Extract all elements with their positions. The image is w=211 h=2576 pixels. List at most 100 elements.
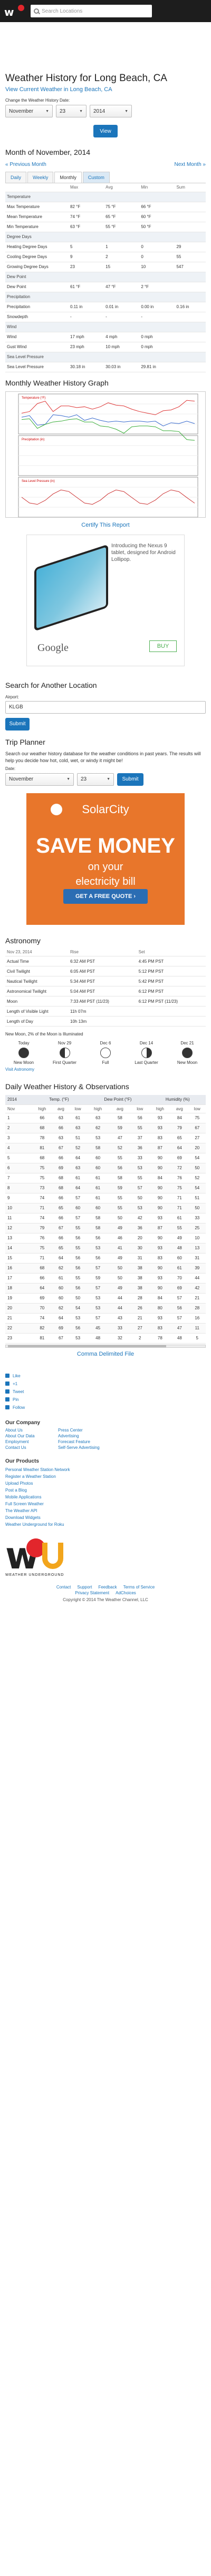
row-label: Dew Point bbox=[5, 282, 69, 292]
table-cell bbox=[175, 352, 206, 362]
company-link[interactable]: Employment bbox=[5, 1439, 53, 1444]
table-cell: 93 bbox=[149, 1213, 171, 1223]
company-link[interactable]: Advertising bbox=[58, 1434, 116, 1438]
adchoices-link[interactable]: AdChoices bbox=[116, 1591, 136, 1595]
table-cell: 56 bbox=[70, 1283, 87, 1294]
table-cell: 90 bbox=[149, 1183, 171, 1193]
footer-link[interactable]: Terms of Service bbox=[123, 1585, 155, 1590]
next-month-link[interactable]: Next Month » bbox=[175, 162, 206, 167]
product-link[interactable]: Weather Underground for Roku bbox=[5, 1522, 64, 1527]
previous-month-link[interactable]: « Previous Month bbox=[5, 162, 46, 167]
privacy-link[interactable]: Privacy Statement bbox=[75, 1591, 109, 1595]
year-select[interactable]: 2014 ▼ bbox=[90, 105, 132, 117]
astronomy-link[interactable]: Visit Astronomy bbox=[5, 1067, 34, 1072]
airport-input[interactable]: KLGB bbox=[5, 700, 206, 714]
scrollbar-thumb[interactable] bbox=[8, 1345, 166, 1347]
solarcity-ad[interactable]: SolarCity SAVE MONEY on your electricity… bbox=[26, 793, 185, 925]
social-item-1[interactable]: +1 bbox=[5, 1380, 206, 1388]
table-cell: 63 bbox=[52, 1113, 70, 1123]
social-item-pin[interactable]: Pin bbox=[5, 1396, 206, 1404]
table-cell: 71 bbox=[170, 1203, 189, 1213]
social-label[interactable]: +1 bbox=[13, 1381, 17, 1386]
table-cell bbox=[175, 362, 206, 372]
company-link[interactable]: About Us bbox=[5, 1428, 53, 1433]
monthly-graph-svg: Temperature (°F) Precipitation (in) Sea Le… bbox=[18, 393, 198, 517]
table-row: 4 81 67 52 58 52 36 87 64 20 bbox=[5, 1143, 206, 1153]
product-link-row: Download Widgets bbox=[5, 1514, 206, 1521]
product-link[interactable]: The Weather API bbox=[5, 1508, 37, 1513]
table-cell: 59 bbox=[86, 1273, 110, 1284]
table-scrollbar[interactable] bbox=[5, 1344, 206, 1348]
table-cell: 93 bbox=[149, 1113, 171, 1123]
table-cell: 52 bbox=[109, 1143, 130, 1153]
row-label: Cooling Degree Days bbox=[5, 252, 69, 262]
product-link-row: Personal Weather Station Network bbox=[5, 1466, 206, 1473]
table-cell: 74 bbox=[32, 1213, 52, 1223]
table-cell: 63 °F bbox=[69, 222, 104, 232]
month-heading: Month of November, 2014 bbox=[5, 148, 91, 156]
table-cell bbox=[69, 192, 104, 202]
view-button[interactable]: View bbox=[93, 125, 118, 137]
table-cell: 31 bbox=[188, 1253, 206, 1264]
certify-report-link[interactable]: Certify This Report bbox=[81, 522, 130, 528]
table-row: 2 68 66 63 62 59 55 93 79 67 bbox=[5, 1123, 206, 1133]
social-item-tweet[interactable]: Tweet bbox=[5, 1388, 206, 1396]
tab-custom[interactable]: Custom bbox=[82, 172, 110, 183]
product-link[interactable]: Post a Blog bbox=[5, 1488, 27, 1493]
table-cell: 60 °F bbox=[139, 212, 175, 222]
month-select[interactable]: November ▼ bbox=[5, 105, 53, 117]
product-link[interactable]: Upload Photos bbox=[5, 1481, 33, 1486]
buy-button[interactable]: BUY bbox=[149, 640, 177, 652]
table-cell: 71 bbox=[32, 1253, 52, 1264]
social-label[interactable]: Tweet bbox=[13, 1389, 24, 1394]
nexus-ad[interactable]: Introducing the Nexus 9 tablet, designed… bbox=[26, 534, 185, 666]
search-input[interactable]: Search Locations bbox=[31, 5, 152, 17]
product-link[interactable]: Personal Weather Station Network bbox=[5, 1467, 70, 1472]
astro-header-row: Nov 23, 2014 Rise Set bbox=[5, 948, 206, 956]
social-item-follow[interactable]: Follow bbox=[5, 1404, 206, 1412]
table-cell: 90 bbox=[149, 1153, 171, 1163]
moon-phase-label: New Moon bbox=[177, 1060, 198, 1065]
row-label: Dew Point bbox=[5, 272, 69, 282]
search-submit-button[interactable]: Submit bbox=[5, 717, 30, 731]
table-cell: 64 bbox=[52, 1253, 70, 1264]
company-link[interactable]: About Our Data bbox=[5, 1434, 53, 1438]
social-label[interactable]: Follow bbox=[13, 1405, 25, 1410]
social-item-like[interactable]: Like bbox=[5, 1372, 206, 1380]
tab-daily[interactable]: Daily bbox=[5, 172, 27, 183]
csv-link[interactable]: Comma Delimited File bbox=[77, 1351, 134, 1357]
table-cell: 50 bbox=[70, 1293, 87, 1304]
product-link[interactable]: Mobile Applications bbox=[5, 1495, 41, 1499]
footer-link[interactable]: Support bbox=[77, 1585, 92, 1590]
table-cell bbox=[137, 1006, 206, 1016]
table-cell bbox=[69, 272, 104, 282]
tab-weekly[interactable]: Weekly bbox=[27, 172, 54, 183]
company-link[interactable]: Press Center bbox=[58, 1428, 116, 1433]
tab-monthly[interactable]: Monthly bbox=[54, 172, 82, 183]
trip-month-select[interactable]: November ▼ bbox=[5, 773, 74, 786]
table-row: Dew Point 61 °F 47 °F 2 °F bbox=[5, 282, 206, 292]
company-link[interactable]: Self-Serve Advertising bbox=[58, 1445, 116, 1450]
free-quote-button[interactable]: GET A FREE QUOTE › bbox=[63, 889, 148, 904]
trip-day-select[interactable]: 23 ▼ bbox=[77, 773, 114, 786]
product-link[interactable]: Register a Weather Station bbox=[5, 1474, 56, 1479]
table-row: Gust Wind 23 mph 10 mph 0 mph bbox=[5, 342, 206, 352]
social-label[interactable]: Pin bbox=[13, 1397, 19, 1402]
footer-link[interactable]: Feedback bbox=[98, 1585, 117, 1590]
current-weather-link[interactable]: View Current Weather in Long Beach, CA bbox=[5, 86, 112, 93]
footer-link[interactable]: Contact bbox=[56, 1585, 71, 1590]
table-row: Mean Temperature 74 °F 65 °F 60 °F bbox=[5, 212, 206, 222]
table-cell: 39 bbox=[188, 1263, 206, 1274]
company-link[interactable]: Forecast Feature bbox=[58, 1439, 116, 1444]
trip-submit-button[interactable]: Submit bbox=[117, 773, 143, 786]
day-select[interactable]: 23 ▼ bbox=[56, 105, 87, 117]
chevron-down-icon: ▼ bbox=[66, 777, 70, 781]
product-link[interactable]: Download Widgets bbox=[5, 1515, 41, 1520]
wu-logo[interactable]: w bbox=[4, 5, 25, 18]
social-label[interactable]: Like bbox=[13, 1374, 21, 1378]
company-link[interactable]: Contact Us bbox=[5, 1445, 53, 1450]
day-cell: 17 bbox=[5, 1273, 32, 1284]
table-cell: 58 bbox=[109, 1173, 130, 1183]
astro-row: Astronomical Twilight 5:04 AM PST 6:12 PM … bbox=[5, 986, 206, 996]
product-link[interactable]: Full Screen Weather bbox=[5, 1502, 44, 1506]
